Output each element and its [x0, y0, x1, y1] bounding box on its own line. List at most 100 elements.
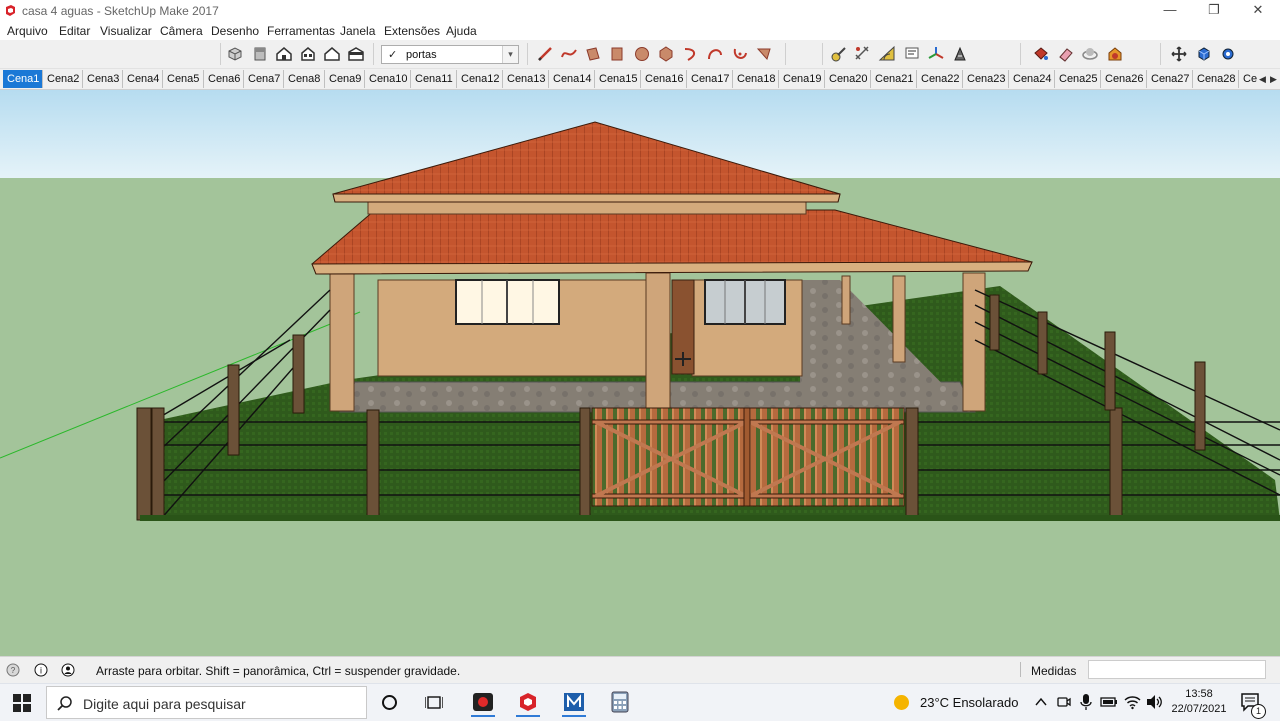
line-tool-icon[interactable]	[536, 45, 554, 63]
scene-tab-cena21[interactable]: Cena21	[871, 70, 917, 88]
layer-dropdown[interactable]: ✓ portas ▾	[381, 45, 519, 64]
three-point-arc-icon[interactable]	[731, 45, 749, 63]
taskbar-editor-app[interactable]	[556, 688, 592, 717]
menu-visualizar[interactable]: Visualizar	[100, 24, 152, 38]
eraser-icon[interactable]	[1057, 45, 1075, 63]
scene-tab-cena3[interactable]: Cena3	[83, 70, 123, 88]
text-tool-icon[interactable]	[903, 45, 921, 63]
sketchup-app-icon	[6, 5, 15, 16]
protractor-icon[interactable]	[878, 45, 896, 63]
menu-ferramentas[interactable]: Ferramentas	[267, 24, 335, 38]
iso-view-icon[interactable]	[226, 45, 244, 63]
scene-tab-cena8[interactable]: Cena8	[284, 70, 325, 88]
polygon-tool-icon[interactable]	[657, 45, 675, 63]
warehouse-icon[interactable]	[1106, 45, 1124, 63]
dimension-tool-icon[interactable]	[854, 45, 872, 63]
tape-measure-icon[interactable]	[830, 45, 848, 63]
taskbar-calculator-app[interactable]	[602, 688, 638, 717]
cortana-icon[interactable]	[381, 694, 398, 711]
scene-tab-cena11[interactable]: Cena11	[411, 70, 457, 88]
windows-start-icon[interactable]	[13, 694, 31, 712]
chevron-up-icon[interactable]	[1034, 695, 1048, 709]
left-view-icon[interactable]	[347, 45, 365, 63]
axes-tool-icon[interactable]	[927, 45, 945, 63]
wooden-gate	[591, 407, 905, 507]
scene-tab-cena29[interactable]: Cena29	[1239, 70, 1257, 88]
taskbar-clock[interactable]: 13:58 22/07/2021	[1170, 687, 1228, 717]
scene-tab-cena14[interactable]: Cena14	[549, 70, 595, 88]
menu-arquivo[interactable]: Arquivo	[7, 24, 48, 38]
3d-text-icon[interactable]	[951, 45, 969, 63]
menu-desenho[interactable]: Desenho	[211, 24, 259, 38]
scene-tab-cena2[interactable]: Cena2	[43, 70, 83, 88]
scene-tab-cena25[interactable]: Cena25	[1055, 70, 1101, 88]
credits-icon[interactable]: i	[34, 663, 48, 677]
scene-tab-cena20[interactable]: Cena20	[825, 70, 871, 88]
scene-tab-cena26[interactable]: Cena26	[1101, 70, 1147, 88]
orbit-icon[interactable]	[1081, 45, 1099, 63]
rotated-rectangle-icon[interactable]	[608, 45, 626, 63]
freehand-tool-icon[interactable]	[560, 45, 578, 63]
user-account-icon[interactable]	[61, 663, 75, 677]
layer-name: portas	[406, 49, 437, 61]
scene-tab-cena19[interactable]: Cena19	[779, 70, 825, 88]
taskbar-search[interactable]: Digite aqui para pesquisar	[46, 686, 367, 719]
battery-icon[interactable]	[1100, 695, 1118, 709]
scene-tab-cena12[interactable]: Cena12	[457, 70, 503, 88]
front-view-icon[interactable]	[275, 45, 293, 63]
scene-tab-cena13[interactable]: Cena13	[503, 70, 549, 88]
sun-weather-icon[interactable]	[893, 694, 910, 711]
chevron-down-icon[interactable]: ▾	[502, 46, 518, 63]
scene-tab-cena27[interactable]: Cena27	[1147, 70, 1193, 88]
close-button[interactable]: ✕	[1236, 0, 1280, 21]
scene-tab-cena10[interactable]: Cena10	[365, 70, 411, 88]
taskbar-recorder-app[interactable]	[465, 688, 501, 717]
scene-scroll-right-button[interactable]: ▶	[1268, 71, 1279, 87]
scene-tab-cena9[interactable]: Cena9	[325, 70, 365, 88]
scene-tab-cena24[interactable]: Cena24	[1009, 70, 1055, 88]
menu-editar[interactable]: Editar	[59, 24, 90, 38]
paint-bucket-icon[interactable]	[1032, 45, 1050, 63]
circle-tool-icon[interactable]	[633, 45, 651, 63]
scene-tab-cena28[interactable]: Cena28	[1193, 70, 1239, 88]
taskbar-sketchup-app[interactable]	[510, 688, 546, 717]
volume-icon[interactable]	[1146, 694, 1163, 710]
menu-camera[interactable]: Câmera	[160, 24, 203, 38]
arc-tool-icon[interactable]	[682, 45, 700, 63]
follow-me-icon[interactable]	[1219, 45, 1237, 63]
minimize-button[interactable]: —	[1148, 0, 1192, 21]
scene-tab-cena7[interactable]: Cena7	[244, 70, 284, 88]
components-icon[interactable]	[1195, 45, 1213, 63]
right-view-icon[interactable]	[299, 45, 317, 63]
weather-text[interactable]: 23°C Ensolarado	[920, 695, 1018, 710]
scene-tab-cena4[interactable]: Cena4	[123, 70, 163, 88]
back-view-icon[interactable]	[323, 45, 341, 63]
top-view-icon[interactable]	[251, 45, 269, 63]
wifi-icon[interactable]	[1124, 694, 1141, 710]
scene-tab-cena17[interactable]: Cena17	[687, 70, 733, 88]
scene-tab-cena6[interactable]: Cena6	[204, 70, 244, 88]
menu-janela[interactable]: Janela	[340, 24, 375, 38]
measurements-input[interactable]	[1088, 660, 1266, 679]
scene-tab-cena22[interactable]: Cena22	[917, 70, 963, 88]
scene-tab-cena5[interactable]: Cena5	[163, 70, 204, 88]
scene-tab-cena23[interactable]: Cena23	[963, 70, 1009, 88]
pie-tool-icon[interactable]	[755, 45, 773, 63]
geolocation-icon[interactable]: ?	[6, 663, 20, 677]
scene-scroll-left-button[interactable]: ◀	[1257, 71, 1268, 87]
meet-now-icon[interactable]	[1056, 694, 1072, 710]
scene-tab-cena16[interactable]: Cena16	[641, 70, 687, 88]
rectangle-tool-icon[interactable]	[584, 45, 602, 63]
menu-bar: Arquivo Editar Visualizar Câmera Desenho…	[0, 21, 1280, 40]
menu-ajuda[interactable]: Ajuda	[446, 24, 477, 38]
microphone-icon[interactable]	[1079, 693, 1093, 711]
task-view-icon[interactable]	[425, 694, 443, 711]
two-point-arc-icon[interactable]	[706, 45, 724, 63]
move-tool-icon[interactable]	[1170, 45, 1188, 63]
model-viewport[interactable]	[0, 90, 1280, 656]
menu-extensoes[interactable]: Extensões	[384, 24, 440, 38]
scene-tab-cena15[interactable]: Cena15	[595, 70, 641, 88]
scene-tab-cena1[interactable]: Cena1	[3, 70, 43, 88]
restore-button[interactable]: ❐	[1192, 0, 1236, 21]
scene-tab-cena18[interactable]: Cena18	[733, 70, 779, 88]
